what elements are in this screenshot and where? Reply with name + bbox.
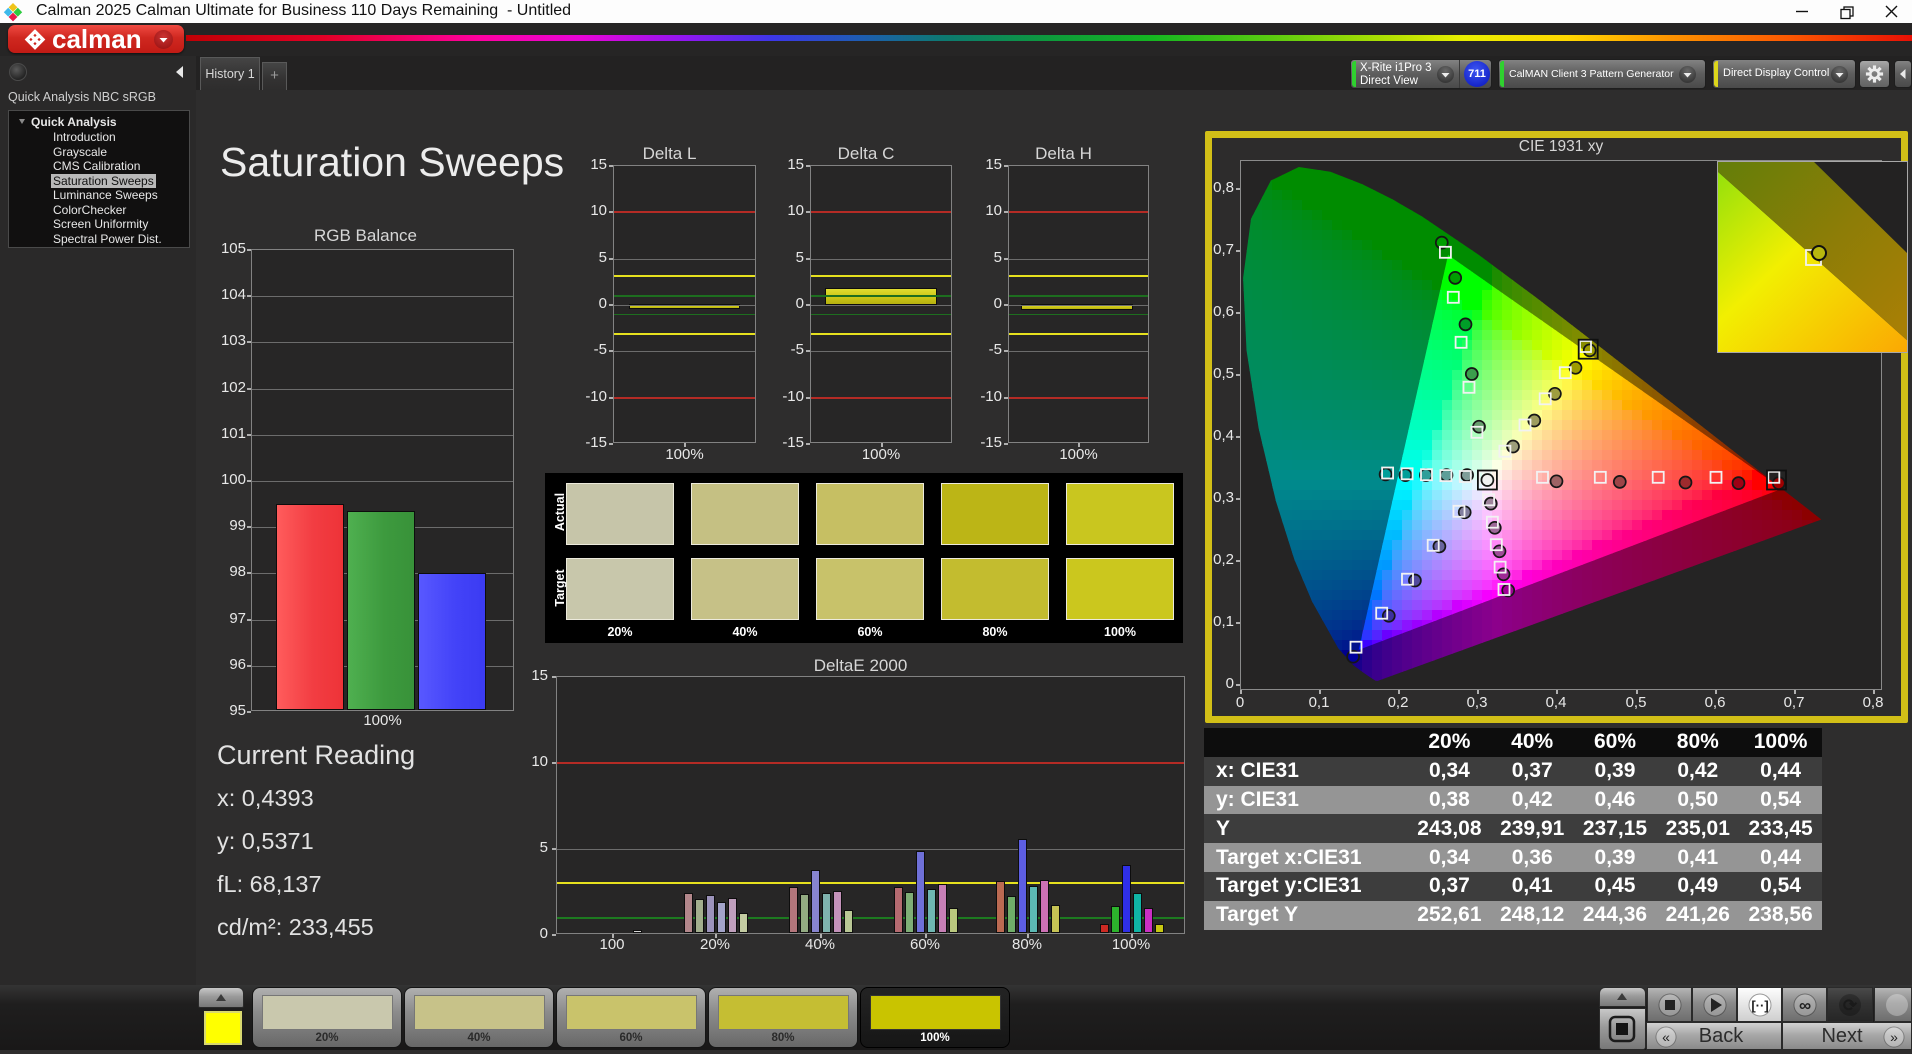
svg-text:»: » bbox=[1890, 1029, 1898, 1045]
svg-text:[··]: [··] bbox=[1751, 998, 1768, 1013]
svg-text:⟳: ⟳ bbox=[1843, 996, 1858, 1015]
svg-text:∞: ∞ bbox=[1799, 996, 1811, 1015]
svg-text:«: « bbox=[1662, 1029, 1670, 1045]
